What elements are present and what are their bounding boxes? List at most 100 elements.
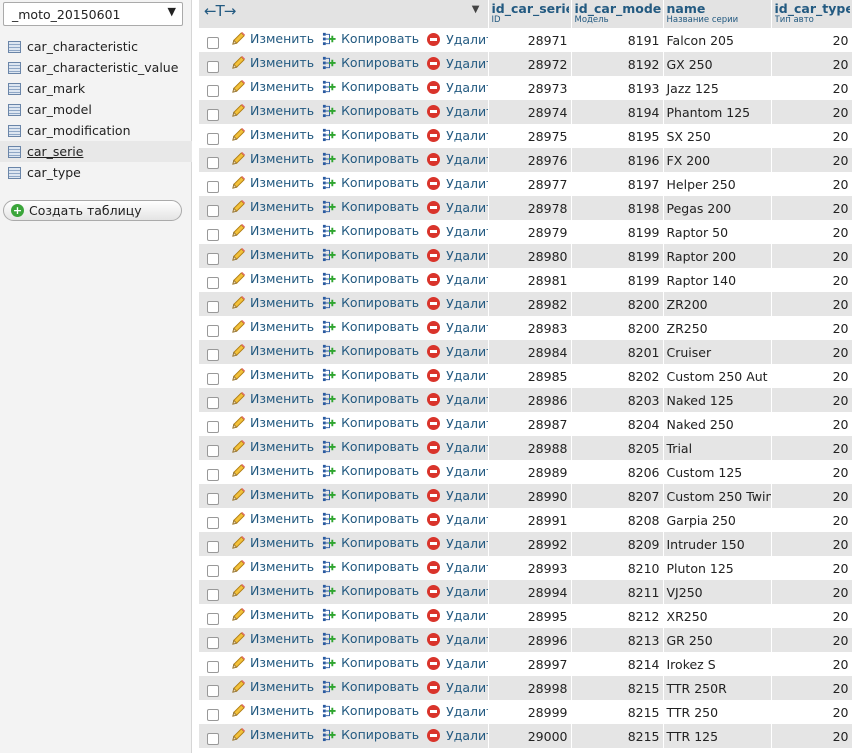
cell-id-car-model[interactable]: 8211 bbox=[571, 580, 664, 604]
edit-button[interactable]: Изменить bbox=[231, 271, 314, 286]
sidebar-item-car-characteristic[interactable]: car_characteristic bbox=[0, 36, 192, 57]
cell-id-car-serie[interactable]: 29000 bbox=[488, 724, 572, 748]
row-checkbox[interactable] bbox=[207, 324, 219, 337]
cell-id-car-model[interactable]: 8206 bbox=[571, 460, 664, 484]
cell-id-car-serie[interactable]: 28983 bbox=[488, 316, 572, 340]
row-checkbox[interactable] bbox=[207, 156, 219, 169]
cell-name[interactable]: Intruder 150 bbox=[663, 532, 772, 556]
cell-id-car-serie[interactable]: 28979 bbox=[488, 220, 572, 244]
cell-id-car-model[interactable]: 8208 bbox=[571, 508, 664, 532]
cell-id-car-model[interactable]: 8199 bbox=[571, 220, 664, 244]
cell-id-car-serie[interactable]: 28999 bbox=[488, 700, 572, 724]
cell-id-car-type[interactable]: 20 bbox=[771, 556, 852, 580]
edit-button[interactable]: Изменить bbox=[231, 607, 314, 622]
cell-id-car-type[interactable]: 20 bbox=[771, 124, 852, 148]
cell-name[interactable]: Helper 250 bbox=[663, 172, 772, 196]
row-checkbox[interactable] bbox=[207, 420, 219, 433]
cell-id-car-serie[interactable]: 28980 bbox=[488, 244, 572, 268]
copy-button[interactable]: Копировать bbox=[322, 247, 419, 262]
cell-id-car-model[interactable]: 8202 bbox=[571, 364, 664, 388]
cell-id-car-model[interactable]: 8197 bbox=[571, 172, 664, 196]
row-checkbox[interactable] bbox=[207, 228, 219, 241]
copy-button[interactable]: Копировать bbox=[322, 103, 419, 118]
row-checkbox[interactable] bbox=[207, 564, 219, 577]
copy-button[interactable]: Копировать bbox=[322, 55, 419, 70]
cell-id-car-type[interactable]: 20 bbox=[771, 508, 852, 532]
cell-id-car-serie[interactable]: 28997 bbox=[488, 652, 572, 676]
copy-button[interactable]: Копировать bbox=[322, 415, 419, 430]
cell-id-car-serie[interactable]: 28987 bbox=[488, 412, 572, 436]
cell-name[interactable]: Trial bbox=[663, 436, 772, 460]
copy-button[interactable]: Копировать bbox=[322, 559, 419, 574]
cell-id-car-type[interactable]: 20 bbox=[771, 628, 852, 652]
cell-name[interactable]: Pluton 125 bbox=[663, 556, 772, 580]
cell-id-car-type[interactable]: 20 bbox=[771, 652, 852, 676]
cell-name[interactable]: Garpia 250 bbox=[663, 508, 772, 532]
cell-id-car-serie[interactable]: 28990 bbox=[488, 484, 572, 508]
cell-name[interactable]: TTR 250 bbox=[663, 700, 772, 724]
cell-id-car-type[interactable]: 20 bbox=[771, 172, 852, 196]
copy-button[interactable]: Копировать bbox=[322, 487, 419, 502]
row-checkbox[interactable] bbox=[207, 492, 219, 505]
delete-button[interactable]: Удалить bbox=[427, 344, 487, 359]
cell-id-car-serie[interactable]: 28974 bbox=[488, 100, 572, 124]
sidebar-item-car-characteristic-value[interactable]: car_characteristic_value bbox=[0, 57, 192, 78]
row-checkbox[interactable] bbox=[207, 300, 219, 313]
row-checkbox[interactable] bbox=[207, 60, 219, 73]
cell-id-car-type[interactable]: 20 bbox=[771, 580, 852, 604]
copy-button[interactable]: Копировать bbox=[322, 151, 419, 166]
sidebar-item-car-mark[interactable]: car_mark bbox=[0, 78, 192, 99]
cell-id-car-serie[interactable]: 28973 bbox=[488, 76, 572, 100]
cell-id-car-type[interactable]: 20 bbox=[771, 292, 852, 316]
delete-button[interactable]: Удалить bbox=[427, 248, 487, 263]
cell-id-car-type[interactable]: 20 bbox=[771, 700, 852, 724]
delete-button[interactable]: Удалить bbox=[427, 584, 487, 599]
cell-id-car-serie[interactable]: 28984 bbox=[488, 340, 572, 364]
cell-id-car-type[interactable]: 20 bbox=[771, 484, 852, 508]
cell-id-car-model[interactable]: 8215 bbox=[571, 676, 664, 700]
delete-button[interactable]: Удалить bbox=[427, 392, 487, 407]
edit-button[interactable]: Изменить bbox=[231, 127, 314, 142]
copy-button[interactable]: Копировать bbox=[322, 319, 419, 334]
cell-id-car-serie[interactable]: 28993 bbox=[488, 556, 572, 580]
database-select[interactable]: _moto_20150601 ▼ bbox=[3, 2, 183, 26]
copy-button[interactable]: Копировать bbox=[322, 439, 419, 454]
cell-id-car-model[interactable]: 8215 bbox=[571, 724, 664, 748]
cell-id-car-model[interactable]: 8191 bbox=[571, 28, 664, 52]
copy-button[interactable]: Копировать bbox=[322, 79, 419, 94]
delete-button[interactable]: Удалить bbox=[427, 32, 487, 47]
row-checkbox[interactable] bbox=[207, 708, 219, 721]
column-arrows-icon[interactable]: ←T→ bbox=[202, 2, 236, 20]
row-checkbox[interactable] bbox=[207, 588, 219, 601]
cell-name[interactable]: Phantom 125 bbox=[663, 100, 772, 124]
cell-id-car-model[interactable]: 8196 bbox=[571, 148, 664, 172]
copy-button[interactable]: Копировать bbox=[322, 271, 419, 286]
copy-button[interactable]: Копировать bbox=[322, 175, 419, 190]
edit-button[interactable]: Изменить bbox=[231, 343, 314, 358]
cell-name[interactable]: Custom 250 Twin bbox=[663, 484, 772, 508]
cell-id-car-model[interactable]: 8200 bbox=[571, 316, 664, 340]
cell-id-car-type[interactable]: 20 bbox=[771, 244, 852, 268]
edit-button[interactable]: Изменить bbox=[231, 511, 314, 526]
copy-button[interactable]: Копировать bbox=[322, 127, 419, 142]
column-name[interactable]: id_car_serie bbox=[492, 1, 569, 16]
delete-button[interactable]: Удалить bbox=[427, 512, 487, 527]
delete-button[interactable]: Удалить bbox=[427, 176, 487, 191]
cell-name[interactable]: ZR250 bbox=[663, 316, 772, 340]
cell-id-car-model[interactable]: 8203 bbox=[571, 388, 664, 412]
edit-button[interactable]: Изменить bbox=[231, 31, 314, 46]
delete-button[interactable]: Удалить bbox=[427, 440, 487, 455]
cell-id-car-model[interactable]: 8194 bbox=[571, 100, 664, 124]
copy-button[interactable]: Копировать bbox=[322, 343, 419, 358]
copy-button[interactable]: Копировать bbox=[322, 31, 419, 46]
copy-button[interactable]: Копировать bbox=[322, 583, 419, 598]
delete-button[interactable]: Удалить bbox=[427, 272, 487, 287]
row-checkbox[interactable] bbox=[207, 252, 219, 265]
cell-id-car-type[interactable]: 20 bbox=[771, 604, 852, 628]
edit-button[interactable]: Изменить bbox=[231, 487, 314, 502]
sidebar-item-car-modification[interactable]: car_modification bbox=[0, 120, 192, 141]
edit-button[interactable]: Изменить bbox=[231, 535, 314, 550]
row-checkbox[interactable] bbox=[207, 612, 219, 625]
cell-name[interactable]: Raptor 50 bbox=[663, 220, 772, 244]
row-checkbox[interactable] bbox=[207, 132, 219, 145]
